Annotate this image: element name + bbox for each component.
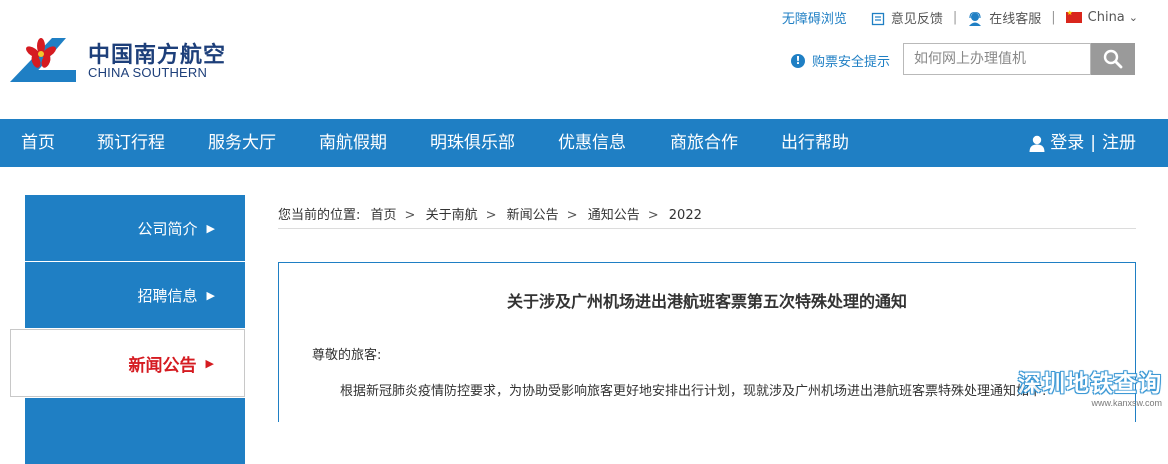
online-service-label: 在线客服	[989, 11, 1042, 27]
ticket-safety-tip-link[interactable]: ! 购票安全提示	[791, 51, 890, 70]
sidebar-item-company-profile[interactable]: 公司简介 ▶	[25, 195, 245, 261]
divider: |	[1090, 133, 1096, 153]
register-link[interactable]: 注册	[1102, 119, 1136, 167]
breadcrumb-separator: >	[404, 208, 416, 223]
search-icon	[1103, 49, 1123, 69]
site-search	[903, 43, 1135, 75]
watermark-overlay: 深圳地铁查询 www.kanxsw.com	[978, 364, 1168, 412]
caret-right-icon: ▶	[206, 288, 215, 302]
login-link[interactable]: 登录	[1050, 119, 1084, 167]
caret-right-icon: ▶	[206, 221, 215, 235]
breadcrumb-news[interactable]: 新闻公告	[507, 208, 559, 223]
feedback-link[interactable]: 意见反馈	[871, 8, 943, 27]
language-selector[interactable]: China⌄	[1065, 9, 1138, 25]
breadcrumb-notices[interactable]: 通知公告	[588, 208, 640, 223]
search-input[interactable]	[903, 43, 1091, 75]
article-title: 关于涉及广州机场进出港航班客票第五次特殊处理的通知	[506, 292, 907, 311]
divider: |	[1051, 9, 1056, 25]
search-button[interactable]	[1091, 43, 1135, 75]
sidebar-item-label: 新闻公告	[128, 355, 197, 376]
breadcrumb-about[interactable]: 关于南航	[426, 208, 478, 223]
sidebar-item-recruitment[interactable]: 招聘信息 ▶	[25, 262, 245, 328]
nav-item-business[interactable]: 商旅合作	[670, 119, 738, 167]
safety-tip-label: 购票安全提示	[812, 55, 891, 70]
watermark-url: www.kanxsw.com	[1091, 398, 1162, 408]
breadcrumb-prefix: 您当前的位置:	[278, 208, 361, 223]
china-southern-logo[interactable]: 中国南方航空 CHINA SOUTHERN	[8, 34, 238, 84]
sidebar-item-more[interactable]	[25, 398, 245, 464]
chevron-down-icon: ⌄	[1128, 10, 1138, 24]
feedback-label: 意见反馈	[890, 11, 943, 27]
main-nav: 首页 预订行程 服务大厅 南航假期 明珠俱乐部 优惠信息 商旅合作 出行帮助 登…	[0, 119, 1168, 167]
nav-item-travel-help[interactable]: 出行帮助	[781, 119, 849, 167]
online-service-link[interactable]: 在线客服	[967, 8, 1041, 27]
user-icon	[1029, 135, 1045, 152]
nav-item-deals[interactable]: 优惠信息	[558, 119, 626, 167]
sidebar-item-news[interactable]: 新闻公告 ▶	[10, 329, 245, 397]
nav-item-booking[interactable]: 预订行程	[97, 119, 165, 167]
nav-item-holidays[interactable]: 南航假期	[319, 119, 387, 167]
divider: |	[952, 9, 958, 25]
breadcrumb-home[interactable]: 首页	[371, 208, 397, 223]
caret-right-icon: ▶	[205, 356, 214, 370]
language-label: China	[1087, 9, 1125, 25]
top-links: 无障碍浏览 意见反馈 | 在线客服 | China⌄	[782, 7, 1138, 27]
article-greeting: 尊敬的旅客:	[312, 348, 382, 363]
logo-english-name: CHINA SOUTHERN	[88, 65, 208, 80]
info-icon: !	[791, 53, 805, 68]
breadcrumb-year[interactable]: 2022	[669, 208, 702, 223]
accessibility-link[interactable]: 无障碍浏览	[782, 8, 847, 27]
kapok-flower-logo-icon	[10, 38, 76, 82]
china-flag-icon	[1065, 9, 1082, 23]
breadcrumb-separator: >	[647, 208, 659, 223]
watermark-text: 深圳地铁查询	[1018, 371, 1162, 397]
nav-item-home[interactable]: 首页	[21, 119, 55, 167]
login-register: 登录 | 注册	[1029, 119, 1136, 167]
sidebar-item-label: 公司简介	[137, 219, 198, 238]
nav-item-pearl-club[interactable]: 明珠俱乐部	[430, 119, 515, 167]
breadcrumb-separator: >	[485, 208, 497, 223]
sidebar-item-label: 招聘信息	[137, 286, 198, 305]
site-header: 中国南方航空 CHINA SOUTHERN 无障碍浏览 意见反馈 | 在线客服 …	[0, 0, 1168, 119]
breadcrumb-separator: >	[566, 208, 578, 223]
feedback-icon	[871, 12, 884, 26]
customer-service-icon	[969, 12, 982, 26]
nav-item-service-hall[interactable]: 服务大厅	[208, 119, 276, 167]
breadcrumb: 您当前的位置: 首页 > 关于南航 > 新闻公告 > 通知公告 > 2022	[278, 204, 1136, 229]
